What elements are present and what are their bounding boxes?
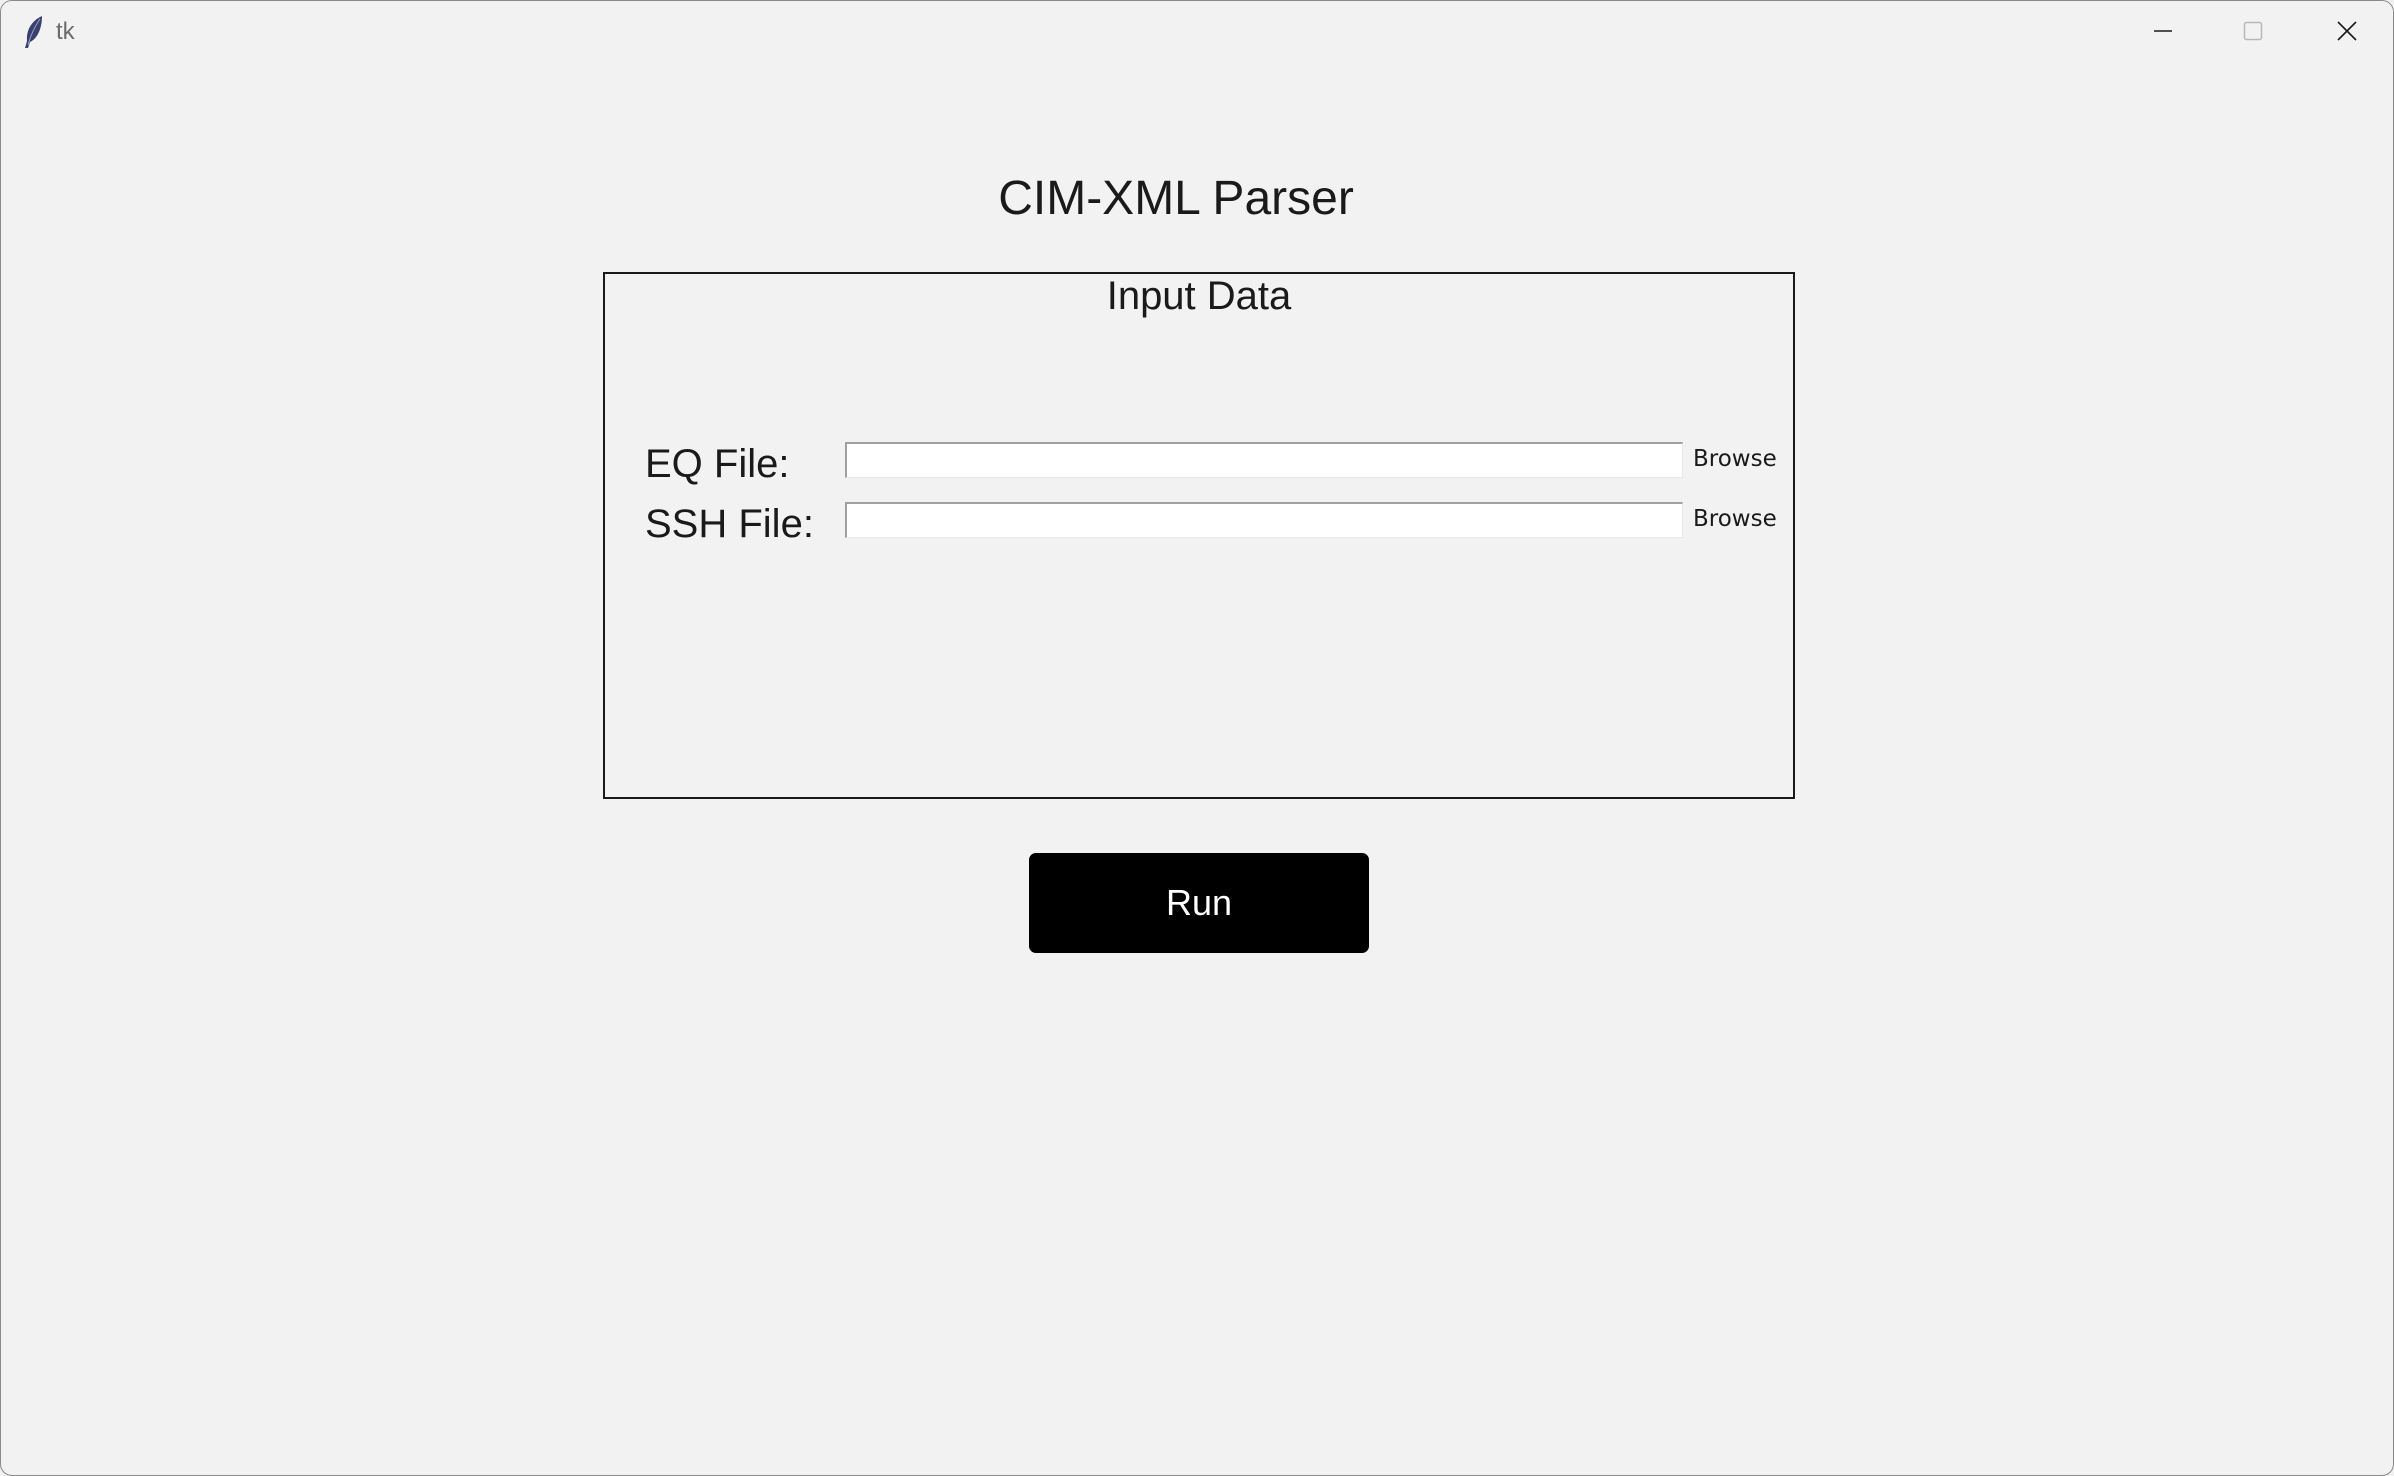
ssh-browse-button[interactable]: Browse bbox=[1693, 506, 1777, 532]
minimize-icon bbox=[2154, 30, 2172, 32]
maximize-icon bbox=[2243, 21, 2263, 41]
input-data-frame: Input Data EQ File: Browse SSH File: Bro… bbox=[603, 272, 1795, 799]
close-icon bbox=[2337, 21, 2357, 41]
minimize-button[interactable] bbox=[2117, 1, 2209, 61]
ssh-file-label: SSH File: bbox=[645, 502, 814, 546]
title-bar[interactable]: tk bbox=[1, 1, 2393, 61]
close-button[interactable] bbox=[2301, 1, 2393, 61]
eq-browse-button[interactable]: Browse bbox=[1693, 446, 1777, 472]
maximize-button[interactable] bbox=[2207, 1, 2299, 61]
page-title: CIM-XML Parser bbox=[998, 172, 1354, 225]
frame-title: Input Data bbox=[1106, 274, 1292, 318]
run-button[interactable]: Run bbox=[1029, 853, 1369, 953]
window-title: tk bbox=[56, 18, 75, 45]
eq-file-input[interactable] bbox=[845, 442, 1683, 478]
run-button-label: Run bbox=[1165, 882, 1233, 923]
eq-file-label: EQ File: bbox=[645, 442, 790, 486]
app-window: tk CIM-XML Parser Input Data EQ File: Br… bbox=[0, 0, 2394, 1476]
feather-icon bbox=[25, 16, 42, 48]
ssh-file-input[interactable] bbox=[845, 502, 1683, 538]
